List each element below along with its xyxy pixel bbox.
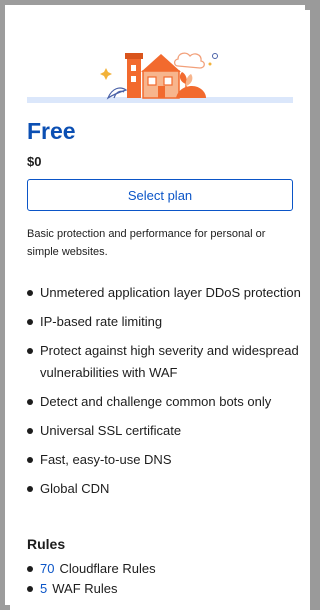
plan-price: $0 <box>27 154 42 169</box>
feature-text: Protect against high severity and widesp… <box>40 343 299 380</box>
bullet-icon <box>27 428 33 434</box>
feature-text: IP-based rate limiting <box>40 314 163 329</box>
plan-description: Basic protection and performance for per… <box>27 228 266 258</box>
bullet-icon <box>27 586 33 592</box>
bullet-icon <box>27 290 33 296</box>
feature-item: Protect against high severity and widesp… <box>27 340 303 384</box>
bullet-icon <box>27 319 33 325</box>
feature-text: Fast, easy-to-use DNS <box>40 452 172 467</box>
rules-item-waf: 5 WAF Rules <box>27 579 156 599</box>
feature-item: IP-based rate limiting <box>27 311 303 333</box>
feature-item: Fast, easy-to-use DNS <box>27 449 303 471</box>
bullet-icon <box>27 486 33 492</box>
rule-label: Cloudflare Rules <box>59 561 156 576</box>
feature-text: Global CDN <box>40 481 110 496</box>
select-plan-button[interactable]: Select plan <box>27 179 293 211</box>
bullet-icon <box>27 348 33 354</box>
rule-label: WAF Rules <box>52 581 118 596</box>
rules-list: 70 Cloudflare Rules 5 WAF Rules <box>27 559 156 599</box>
bullet-icon <box>27 566 33 572</box>
feature-text: Detect and challenge common bots only <box>40 394 272 409</box>
house-illustration-icon <box>27 52 293 103</box>
feature-item: Detect and challenge common bots only <box>27 391 303 413</box>
feature-text: Universal SSL certificate <box>40 423 182 438</box>
plan-card-frame: Free $0 Select plan Basic protection and… <box>0 0 310 610</box>
feature-item: Universal SSL certificate <box>27 420 303 442</box>
rule-count-link[interactable]: 5 <box>40 581 47 596</box>
plan-title: Free <box>27 118 76 144</box>
feature-item: Global CDN <box>27 478 303 500</box>
rules-heading: Rules <box>27 536 66 552</box>
feature-text: Unmetered application layer DDoS protect… <box>40 285 301 300</box>
bullet-icon <box>27 457 33 463</box>
feature-list: Unmetered application layer DDoS protect… <box>27 282 303 507</box>
feature-item: Unmetered application layer DDoS protect… <box>27 282 303 304</box>
plan-card: Free $0 Select plan Basic protection and… <box>10 10 310 610</box>
rules-item-cloudflare: 70 Cloudflare Rules <box>27 559 156 579</box>
bullet-icon <box>27 399 33 405</box>
rule-count-link[interactable]: 70 <box>40 561 54 576</box>
